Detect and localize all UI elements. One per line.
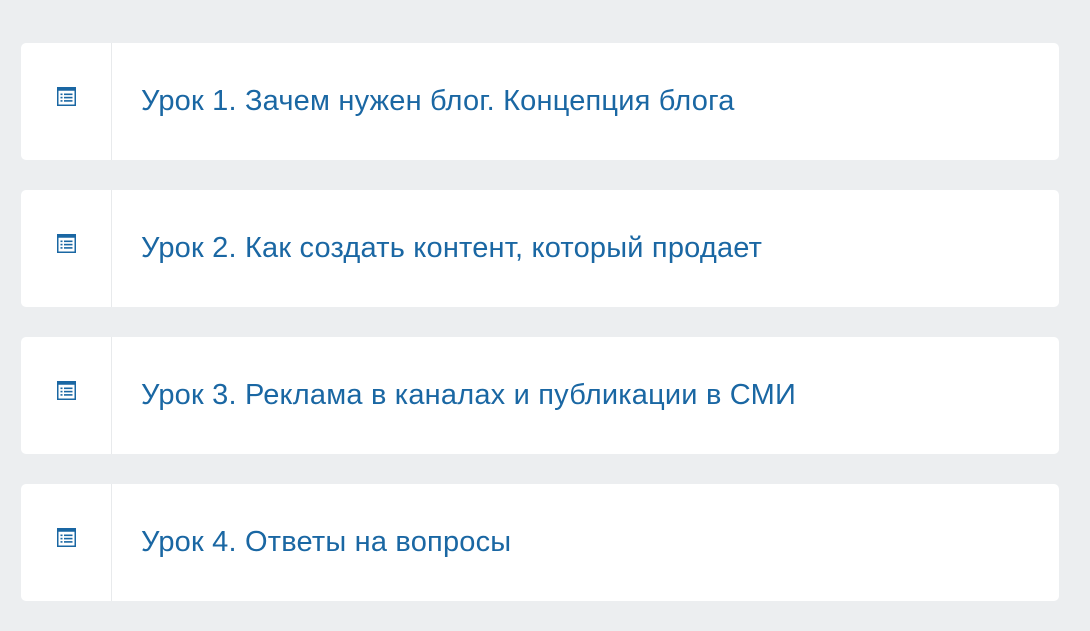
document-list-icon xyxy=(57,87,76,106)
lesson-title[interactable]: Урок 3. Реклама в каналах и публикации в… xyxy=(112,337,1059,454)
lesson-title[interactable]: Урок 1. Зачем нужен блог. Концепция блог… xyxy=(112,43,1059,160)
document-list-icon xyxy=(57,381,76,400)
lesson-list: Урок 1. Зачем нужен блог. Концепция блог… xyxy=(21,43,1059,631)
lesson-icon-cell xyxy=(21,190,112,307)
lesson-icon-cell xyxy=(21,337,112,454)
document-list-icon xyxy=(57,528,76,547)
lesson-item-3[interactable]: Урок 3. Реклама в каналах и публикации в… xyxy=(21,337,1059,454)
lesson-title[interactable]: Урок 4. Ответы на вопросы xyxy=(112,484,1059,601)
lesson-title[interactable]: Урок 2. Как создать контент, который про… xyxy=(112,190,1059,307)
lesson-item-1[interactable]: Урок 1. Зачем нужен блог. Концепция блог… xyxy=(21,43,1059,160)
lesson-icon-cell xyxy=(21,43,112,160)
lesson-item-2[interactable]: Урок 2. Как создать контент, который про… xyxy=(21,190,1059,307)
lesson-item-4[interactable]: Урок 4. Ответы на вопросы xyxy=(21,484,1059,601)
lesson-icon-cell xyxy=(21,484,112,601)
document-list-icon xyxy=(57,234,76,253)
